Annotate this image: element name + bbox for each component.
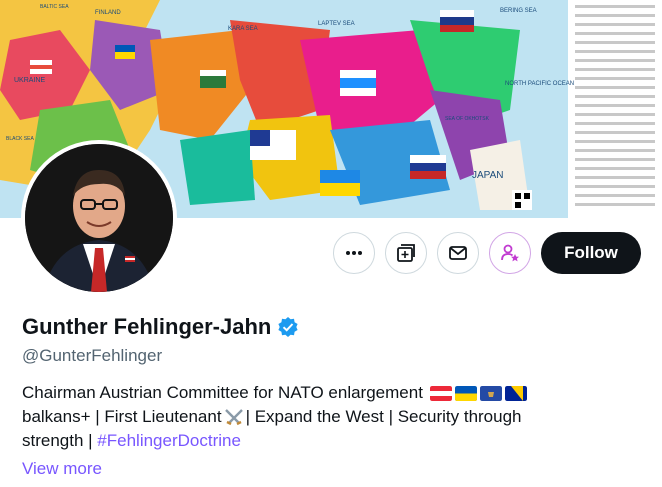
- banner-label-kara: KARA SEA: [228, 26, 258, 32]
- banner-label-ukraine: UKRAINE: [14, 77, 45, 84]
- grok-button[interactable]: [385, 232, 427, 274]
- austria-flag-icon: [429, 385, 452, 401]
- bio-line-1: Chairman Austrian Committee for NATO enl…: [22, 381, 642, 405]
- kosovo-flag-icon: [479, 385, 502, 401]
- display-name: Gunther Fehlinger-Jahn: [22, 314, 272, 339]
- profile-bio: Chairman Austrian Committee for NATO enl…: [22, 381, 642, 453]
- ukraine-flag-icon: [454, 385, 477, 401]
- subscribe-button[interactable]: [489, 232, 531, 274]
- profile-actions: Follow: [333, 232, 641, 274]
- hashtag-link[interactable]: #FehlingerDoctrine: [97, 429, 241, 453]
- message-icon: [449, 246, 467, 260]
- view-more-link[interactable]: View more: [22, 459, 102, 479]
- banner-label-black-sea: BLACK SEA: [6, 136, 34, 142]
- grok-icon: [397, 244, 415, 262]
- subscribe-icon: [501, 244, 519, 262]
- banner-label-laptev: LAPTEV SEA: [318, 21, 355, 27]
- verified-badge-icon[interactable]: [277, 316, 299, 338]
- bio-text-3: strength |: [22, 431, 98, 450]
- banner-label-japan: JAPAN: [472, 170, 504, 181]
- more-button[interactable]: [333, 232, 375, 274]
- avatar-portrait: [25, 144, 173, 292]
- bio-text-2: balkans+ | First Lieutenant: [22, 407, 222, 426]
- follow-button[interactable]: Follow: [541, 232, 641, 274]
- profile-name-row: Gunther Fehlinger-Jahn: [22, 314, 299, 340]
- banner-label-baltic: BALTIC SEA: [40, 4, 69, 10]
- banner-label-bering: BERING SEA: [500, 8, 537, 14]
- profile-handle: @GunterFehlinger: [22, 346, 163, 365]
- profile-avatar[interactable]: [21, 140, 177, 296]
- bio-line-2: balkans+ | First Lieutenant | Expand the…: [22, 405, 642, 429]
- banner-label-okhotsk: SEA OF OKHOTSK: [445, 116, 490, 122]
- banner-label-finland: FINLAND: [95, 10, 121, 16]
- bio-text-1: Chairman Austrian Committee for NATO enl…: [22, 383, 423, 402]
- bio-text-2-rest: | Expand the West | Security through: [245, 407, 522, 426]
- message-button[interactable]: [437, 232, 479, 274]
- more-icon: [346, 251, 362, 255]
- bosnia-flag-icon: [504, 385, 527, 401]
- avatar-photo: [25, 144, 173, 292]
- crossed-swords-icon: [224, 409, 243, 426]
- bio-line-3: strength | #FehlingerDoctrine: [22, 429, 642, 453]
- banner-label-pacific: NORTH PACIFIC OCEAN: [505, 81, 574, 87]
